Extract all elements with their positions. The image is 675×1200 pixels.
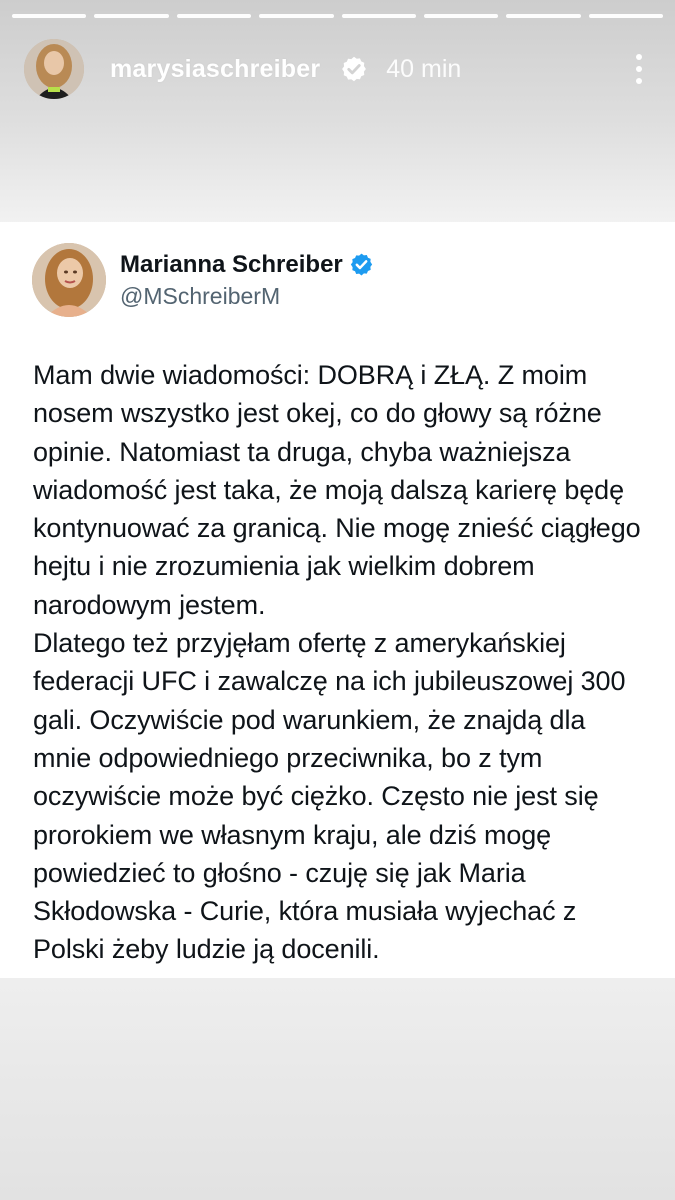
progress-segment: [12, 14, 87, 18]
progress-segment: [94, 14, 169, 18]
story-progress-bar: [12, 14, 663, 18]
name-row: Marianna Schreiber: [120, 251, 374, 279]
story-username[interactable]: marysiaschreiber: [110, 55, 320, 84]
tweet-avatar[interactable]: [32, 243, 106, 317]
progress-segment: [341, 14, 416, 18]
more-vertical-icon[interactable]: [627, 52, 651, 86]
progress-segment: [259, 14, 334, 18]
verified-badge-icon: [349, 252, 374, 277]
more-dot: [636, 54, 642, 60]
more-dot: [636, 78, 642, 84]
progress-segment: [588, 14, 663, 18]
author-handle[interactable]: @MSchreiberM: [120, 283, 374, 310]
progress-segment: [506, 14, 581, 18]
tweet-header: Marianna Schreiber @MSchreiberM: [32, 242, 643, 318]
more-dot: [636, 66, 642, 72]
tweet-avatar-image: [32, 243, 106, 317]
tweet-text: Mam dwie wiadomości: DOBRĄ i ZŁĄ. Z moim…: [33, 360, 641, 965]
tweet-card[interactable]: Marianna Schreiber @MSchreiberM Mam dwie…: [0, 222, 675, 978]
story-avatar[interactable]: [24, 39, 84, 99]
verified-badge-icon: [340, 55, 368, 83]
progress-segment: [423, 14, 499, 18]
progress-segment: [176, 14, 252, 18]
tweet-author: Marianna Schreiber @MSchreiberM: [120, 251, 374, 310]
story-avatar-image: [24, 39, 84, 99]
author-display-name[interactable]: Marianna Schreiber: [120, 251, 343, 279]
story-header: marysiaschreiber 40 min: [24, 38, 651, 100]
story-timestamp: 40 min: [386, 54, 462, 83]
